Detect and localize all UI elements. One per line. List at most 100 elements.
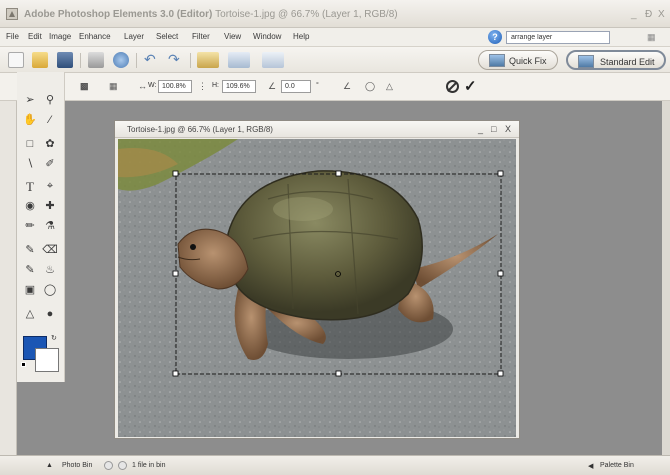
width-field[interactable]: 100.8% (158, 80, 192, 93)
help-icon[interactable]: ? (488, 30, 502, 44)
standard-edit-icon (578, 55, 594, 68)
menu-file[interactable]: File (6, 32, 19, 41)
clone-stamp-tool-icon[interactable]: ⚗ (41, 218, 59, 235)
red-eye-tool-icon[interactable]: ◉ (21, 198, 39, 215)
cancel-transform-icon[interactable] (446, 80, 459, 93)
palette-bin-toggle-icon[interactable]: ◀ (588, 462, 593, 470)
move-tool-preset-icon[interactable]: ▩ (80, 81, 89, 92)
height-field[interactable]: 109.6% (222, 80, 256, 93)
eraser-tool-icon[interactable]: ⌫ (41, 242, 59, 259)
marquee-tool-icon[interactable]: □ (21, 136, 39, 153)
default-colors-icon[interactable] (21, 362, 26, 367)
open-folder-icon[interactable] (32, 52, 48, 68)
quick-fix-label: Quick Fix (509, 56, 547, 66)
right-dock-strip (662, 101, 670, 455)
left-dock-strip (0, 101, 17, 455)
photo-bin-label[interactable]: Photo Bin (62, 462, 92, 469)
blur-tool-icon[interactable]: △ (21, 306, 39, 323)
eyedropper-tool-icon[interactable]: ⁄ (41, 112, 59, 129)
print-icon[interactable] (88, 52, 104, 68)
swap-colors-icon[interactable]: ↻ (51, 334, 57, 342)
sponge-tool-icon[interactable]: ● (41, 306, 59, 323)
commit-transform-icon[interactable]: ✓ (464, 77, 477, 95)
photo-bin-toggle-icon[interactable]: ▲ (46, 462, 53, 469)
menu-image[interactable]: Image (49, 32, 71, 41)
lasso-tool-icon[interactable]: ✿ (41, 136, 59, 153)
menu-window[interactable]: Window (253, 32, 281, 41)
menu-view[interactable]: View (224, 32, 241, 41)
toolbar-separator (136, 53, 137, 68)
impressionist-brush-tool-icon[interactable]: ✎ (21, 262, 39, 279)
document-titlebar[interactable]: Tortoise-1.jpg @ 66.7% (Layer 1, RGB/8) … (115, 121, 519, 138)
standard-edit-button[interactable]: Standard Edit (566, 50, 666, 70)
quick-fix-icon (489, 54, 505, 67)
tortoise-photo (118, 139, 516, 437)
image-canvas[interactable] (118, 139, 516, 437)
skew-icon[interactable]: ◯ (365, 81, 375, 92)
toolbar-separator (80, 53, 81, 68)
angle-field[interactable]: 0.0 (281, 80, 311, 93)
menu-help[interactable]: Help (293, 32, 309, 41)
pencil-tool-icon[interactable]: ✎ (21, 242, 39, 259)
minimize-button[interactable]: _ (631, 9, 637, 20)
window-title: Adobe Photoshop Elements 3.0 (Editor) To… (24, 9, 398, 20)
status-bar: ▲ Photo Bin 1 file in bin ◀ Palette Bin (0, 455, 670, 475)
photoshop-elements-logo-icon (6, 8, 18, 20)
toolbox: ➢ ⚲ ✋ ⁄ □ ✿ ∖ ✐ T ⌖ ◉ ✚ ✏ ⚗ ✎ ⌫ ✎ ♨ ▣ ◯ … (17, 72, 65, 382)
doc-maximize-button[interactable]: □ (491, 124, 496, 134)
menu-layer[interactable]: Layer (124, 32, 144, 41)
link-icon[interactable]: ⋮ (198, 81, 207, 92)
gradient-tool-icon[interactable]: ▣ (21, 282, 39, 299)
brush-tool-icon[interactable]: ✏ (21, 218, 39, 235)
rotate-icon[interactable]: ∠ (343, 81, 351, 92)
document-window: Tortoise-1.jpg @ 66.7% (Layer 1, RGB/8) … (114, 120, 520, 439)
save-icon[interactable] (57, 52, 73, 68)
move-tool-icon[interactable]: ➢ (21, 92, 39, 109)
grid-icon[interactable]: ▦ (647, 32, 656, 43)
bin-forward-button[interactable] (118, 461, 127, 470)
menu-enhance[interactable]: Enhance (79, 32, 111, 41)
step-backward-icon[interactable]: ↶ (144, 52, 160, 68)
selection-brush-tool-icon[interactable]: ✐ (41, 156, 59, 173)
app-title: Adobe Photoshop Elements 3.0 (Editor) (24, 9, 213, 20)
type-tool-icon[interactable]: T (21, 178, 39, 195)
doc-minimize-button[interactable]: _ (478, 124, 483, 134)
hand-tool-icon[interactable]: ✋ (21, 112, 39, 129)
crop-tool-icon[interactable]: ⌖ (41, 178, 59, 195)
bin-back-button[interactable] (104, 461, 113, 470)
close-button[interactable]: X (658, 9, 665, 20)
app-titlebar: Adobe Photoshop Elements 3.0 (Editor) To… (0, 0, 670, 28)
width-icon: ↔ (138, 81, 147, 91)
window-doc-title: Tortoise-1.jpg @ 66.7% (Layer 1, RGB/8) (215, 9, 398, 20)
toolbar-separator (190, 53, 191, 68)
magic-wand-tool-icon[interactable]: ∖ (21, 156, 39, 173)
degree-symbol: ° (316, 82, 319, 89)
bin-file-count: 1 file in bin (132, 462, 166, 469)
zoom-tool-icon[interactable]: ⚲ (41, 92, 59, 109)
background-color-swatch[interactable] (35, 348, 59, 372)
shape-tool-icon[interactable]: ◯ (41, 282, 59, 299)
date-view-icon[interactable] (228, 52, 250, 68)
menu-filter[interactable]: Filter (192, 32, 210, 41)
options-bar: ▩ ▦ ↔ W: 100.8% ⋮ H: 109.6% ∠ 0.0 ° ∠ ◯ … (0, 73, 670, 101)
doc-close-button[interactable]: X (505, 124, 511, 134)
height-label: H: (212, 82, 219, 89)
new-file-icon[interactable] (8, 52, 24, 68)
angle-icon: ∠ (268, 81, 277, 91)
paint-bucket-tool-icon[interactable]: ♨ (41, 262, 59, 279)
online-services-icon[interactable] (113, 52, 129, 68)
menu-select[interactable]: Select (156, 32, 178, 41)
width-label: W: (148, 82, 157, 89)
create-icon[interactable] (262, 52, 284, 68)
reference-point-icon[interactable]: ▦ (109, 81, 118, 92)
step-forward-icon[interactable]: ↷ (168, 52, 184, 68)
standard-edit-label: Standard Edit (600, 57, 655, 67)
distort-icon[interactable]: △ (386, 81, 393, 92)
quick-fix-button[interactable]: Quick Fix (478, 50, 558, 70)
restore-button[interactable]: Ɖ (645, 9, 652, 20)
healing-brush-tool-icon[interactable]: ✚ (41, 198, 59, 215)
photo-browser-icon[interactable] (197, 52, 219, 68)
help-search-input[interactable] (506, 31, 610, 44)
palette-bin-label[interactable]: Palette Bin (600, 462, 634, 469)
menu-edit[interactable]: Edit (28, 32, 42, 41)
